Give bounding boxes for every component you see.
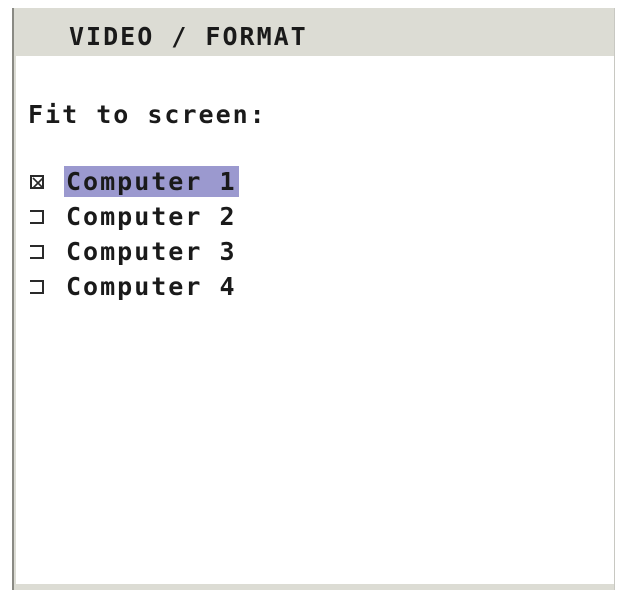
checkbox-unchecked-icon[interactable] <box>30 279 44 294</box>
list-item-label[interactable]: Computer 2 <box>64 201 239 232</box>
list-item-label[interactable]: Computer 4 <box>64 271 239 302</box>
title-bar: VIDEO / FORMAT <box>14 8 614 56</box>
checkbox-checked-icon[interactable] <box>30 174 44 189</box>
list-item-computer-1[interactable]: Computer 1 <box>24 164 239 199</box>
list-item-computer-3[interactable]: Computer 3 <box>24 234 239 269</box>
list-item-computer-4[interactable]: Computer 4 <box>24 269 239 304</box>
checkbox-unchecked-icon[interactable] <box>30 209 44 224</box>
computer-list: Computer 1 Computer 2 Computer 3 Compute… <box>24 164 239 304</box>
list-item-computer-2[interactable]: Computer 2 <box>24 199 239 234</box>
window-title: VIDEO / FORMAT <box>69 22 308 51</box>
osd-menu-window: VIDEO / FORMAT Fit to screen: Computer 1… <box>12 8 615 590</box>
list-item-label[interactable]: Computer 3 <box>64 236 239 267</box>
menu-content: Fit to screen: Computer 1 Computer 2 Com… <box>16 56 614 584</box>
list-item-label[interactable]: Computer 1 <box>64 166 239 197</box>
fit-to-screen-heading: Fit to screen: <box>28 100 267 129</box>
checkbox-unchecked-icon[interactable] <box>30 244 44 259</box>
check-x-icon <box>32 176 44 189</box>
